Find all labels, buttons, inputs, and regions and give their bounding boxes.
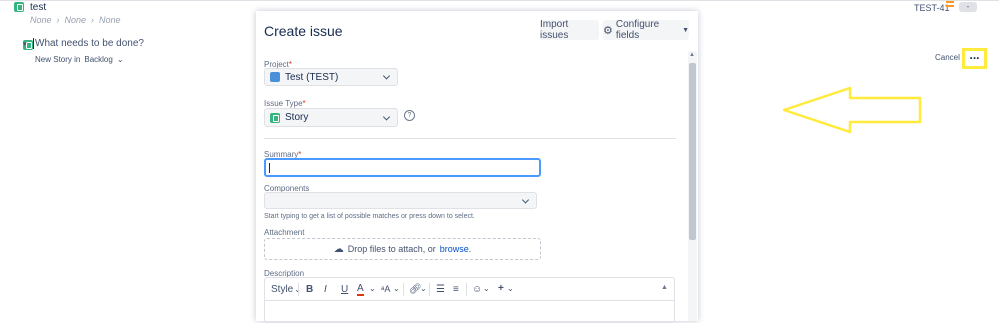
- project-select[interactable]: Test (TEST): [264, 68, 398, 86]
- toolbar-divider: [403, 283, 404, 296]
- cancel-button[interactable]: Cancel: [935, 53, 960, 62]
- toolbar-divider: [298, 283, 299, 296]
- components-select[interactable]: [264, 192, 537, 209]
- toolbar-divider: [466, 283, 467, 296]
- configure-fields-label: Configure fields: [615, 19, 660, 41]
- chevron-down-icon[interactable]: ⌄: [369, 284, 376, 293]
- issue-title[interactable]: test: [30, 2, 46, 13]
- browse-link[interactable]: browse.: [440, 244, 472, 254]
- issue-type-value: Story: [285, 112, 309, 123]
- underline-button[interactable]: U: [341, 284, 348, 295]
- text-cursor: [269, 163, 270, 173]
- italic-button[interactable]: I: [324, 284, 327, 295]
- more-actions-button[interactable]: ...: [966, 49, 983, 65]
- chevron-down-icon[interactable]: ⌄: [420, 284, 427, 293]
- breadcrumb-separator: ›: [91, 15, 95, 25]
- style-label: Style: [271, 284, 294, 295]
- help-icon[interactable]: ?: [404, 110, 415, 121]
- gear-icon: ⚙: [603, 24, 613, 37]
- chevron-down-icon: [382, 72, 391, 80]
- create-issue-dialog: Create issue Import issues ⚙ Configure f…: [256, 11, 698, 323]
- issue-type-label: New Story in: [35, 55, 81, 64]
- cloud-upload-icon: ☁: [333, 243, 344, 255]
- breadcrumb-item[interactable]: None: [65, 15, 87, 25]
- location-select[interactable]: Backlog: [84, 55, 112, 64]
- caret-down-icon: ▼: [682, 26, 689, 34]
- description-editor[interactable]: Style ⌄ B I U A ⌄ ᵃA ⌄ 🔗︎ ⌄ ☰ ≡ ☺ ⌄ + ⌄ …: [264, 277, 675, 323]
- bold-button[interactable]: B: [306, 284, 313, 295]
- emoji-icon[interactable]: ☺: [472, 284, 482, 295]
- chevron-down-icon[interactable]: ▾: [23, 40, 27, 48]
- chevron-down-icon[interactable]: ⌄: [117, 55, 124, 64]
- import-issues-label: Import issues: [540, 19, 569, 41]
- bullet-list-icon[interactable]: ☰: [436, 284, 445, 295]
- chevron-down-icon[interactable]: ⌄: [393, 284, 400, 293]
- scrollbar-track[interactable]: ▲: [688, 51, 697, 321]
- toolbar-divider: [429, 283, 430, 296]
- divider: [264, 138, 676, 139]
- collapse-toolbar-icon[interactable]: ▲: [661, 284, 668, 291]
- breadcrumb: None › None › None: [30, 15, 121, 25]
- text-color-button[interactable]: A: [357, 283, 364, 296]
- breadcrumb-separator: ›: [56, 15, 60, 25]
- priority-medium-icon: [946, 1, 954, 7]
- story-icon: [14, 2, 24, 12]
- project-avatar-icon: [270, 72, 280, 82]
- components-hint: Start typing to get a list of possible m…: [264, 213, 475, 220]
- insert-plus-icon[interactable]: +: [498, 283, 504, 294]
- story-icon: [270, 112, 280, 123]
- scroll-up-icon[interactable]: ▲: [689, 52, 695, 58]
- editor-toolbar: Style ⌄ B I U A ⌄ ᵃA ⌄ 🔗︎ ⌄ ☰ ≡ ☺ ⌄ + ⌄ …: [265, 278, 674, 301]
- inline-create-context: New Story in Backlog ⌄: [35, 55, 124, 64]
- issue-type-label: Issue Type*: [264, 99, 306, 108]
- summary-input[interactable]: [264, 158, 541, 177]
- import-issues-button[interactable]: Import issues: [540, 19, 599, 41]
- chevron-down-icon[interactable]: ⌄: [507, 284, 514, 293]
- chevron-down-icon: [521, 195, 530, 204]
- chevron-down-icon[interactable]: ⌄: [483, 284, 490, 293]
- breadcrumb-item[interactable]: None: [99, 15, 121, 25]
- chevron-down-icon: [382, 112, 391, 121]
- attachment-label: Attachment: [264, 228, 305, 237]
- dialog-title: Create issue: [264, 23, 343, 39]
- breadcrumb-item[interactable]: None: [30, 15, 52, 25]
- drop-files-text: Drop files to attach, or: [347, 244, 436, 254]
- status-badge: -: [959, 2, 977, 12]
- annotation-arrow-icon: [782, 86, 922, 134]
- configure-fields-button[interactable]: ⚙ Configure fields ▼: [603, 19, 689, 41]
- numbered-list-icon[interactable]: ≡: [453, 284, 459, 295]
- scrollbar-thumb[interactable]: [689, 63, 696, 240]
- summary-inline-input[interactable]: What needs to be done?: [35, 38, 144, 49]
- text-size-button[interactable]: ᵃA: [381, 284, 390, 294]
- issue-type-select[interactable]: Story: [264, 108, 398, 127]
- project-value: Test (TEST): [285, 71, 339, 83]
- attachment-dropzone[interactable]: ☁ Drop files to attach, or browse.: [264, 238, 541, 260]
- text-cursor: [33, 38, 34, 49]
- style-dropdown[interactable]: Style ⌄: [271, 284, 301, 295]
- top-divider: [0, 0, 999, 1]
- issue-key[interactable]: TEST-41: [914, 3, 950, 13]
